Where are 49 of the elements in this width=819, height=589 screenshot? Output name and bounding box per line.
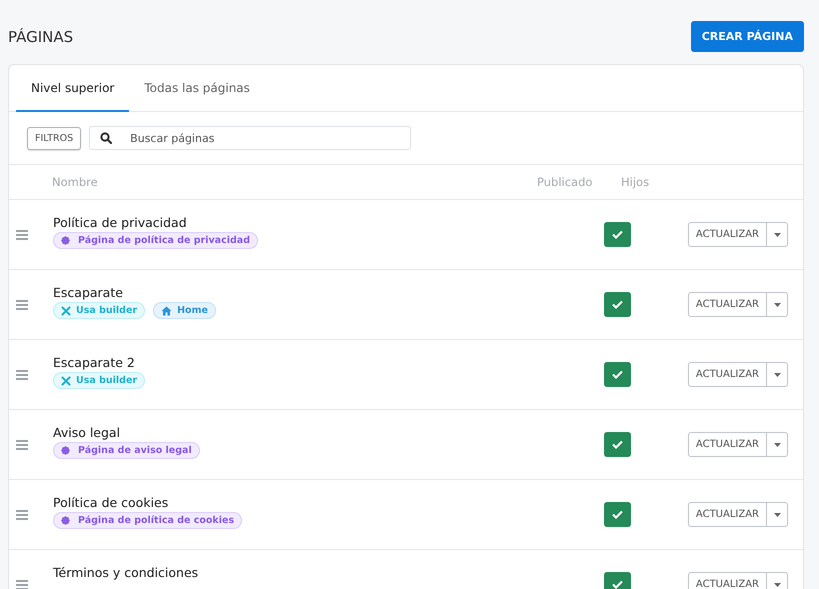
published-checkbox[interactable] bbox=[604, 222, 631, 247]
search-icon bbox=[100, 132, 112, 144]
page-name[interactable]: Política de cookies bbox=[53, 495, 604, 510]
tab[interactable]: Todas las páginas bbox=[129, 65, 265, 112]
page-name[interactable]: Escaparate 2 bbox=[53, 355, 604, 370]
drag-handle-icon[interactable] bbox=[16, 230, 28, 240]
published-checkbox[interactable] bbox=[604, 362, 631, 387]
column-header: Publicado bbox=[537, 175, 594, 189]
filters-button[interactable]: FILTROS bbox=[27, 126, 82, 150]
caret-icon bbox=[774, 232, 780, 236]
system-page-tag: Página de aviso legal bbox=[53, 442, 200, 459]
gear-icon bbox=[61, 516, 70, 525]
house-icon bbox=[161, 306, 172, 316]
drag-handle-icon[interactable] bbox=[16, 370, 28, 380]
published-checkbox[interactable] bbox=[604, 432, 631, 457]
drag-handle-icon[interactable] bbox=[16, 510, 28, 520]
page-name[interactable]: Política de privacidad bbox=[53, 215, 604, 230]
home-tag: Home bbox=[153, 302, 216, 319]
page-name[interactable]: Términos y condiciones bbox=[53, 565, 604, 580]
gear-icon bbox=[61, 446, 70, 455]
published-checkbox[interactable] bbox=[604, 502, 631, 527]
gear-icon bbox=[61, 236, 70, 245]
drag-handle-icon[interactable] bbox=[16, 300, 28, 310]
system-page-tag: Página de política de cookies bbox=[53, 512, 242, 529]
tab[interactable]: Nivel superior bbox=[16, 65, 130, 112]
builder-tag: Usa builder bbox=[53, 372, 146, 389]
caret-icon bbox=[774, 302, 780, 306]
checkmark-icon bbox=[612, 580, 623, 589]
checkmark-icon bbox=[612, 440, 623, 449]
caret-icon bbox=[774, 372, 780, 376]
checkmark-icon bbox=[612, 300, 623, 309]
column-header: Hijos bbox=[621, 175, 650, 189]
caret-icon bbox=[774, 512, 780, 516]
drag-handle-icon[interactable] bbox=[16, 440, 28, 450]
drag-handle-icon[interactable] bbox=[16, 580, 28, 589]
checkmark-icon bbox=[612, 230, 623, 239]
system-page-tag: Página de política de privacidad bbox=[53, 232, 258, 249]
checkmark-icon bbox=[612, 510, 623, 519]
caret-icon bbox=[774, 442, 780, 446]
page-name[interactable]: Aviso legal bbox=[53, 425, 604, 440]
page-name[interactable]: Escaparate bbox=[53, 285, 604, 300]
column-header: Nombre bbox=[51, 175, 99, 189]
search-field[interactable]: Buscar páginas bbox=[89, 126, 412, 150]
page-title: PÁGINAS bbox=[8, 28, 74, 46]
checkmark-icon bbox=[612, 370, 623, 379]
caret-icon bbox=[774, 582, 780, 586]
create-page-button[interactable]: CREAR PÁGINA bbox=[690, 21, 804, 52]
published-checkbox[interactable] bbox=[604, 292, 631, 317]
builder-tag: Usa builder bbox=[53, 302, 146, 319]
